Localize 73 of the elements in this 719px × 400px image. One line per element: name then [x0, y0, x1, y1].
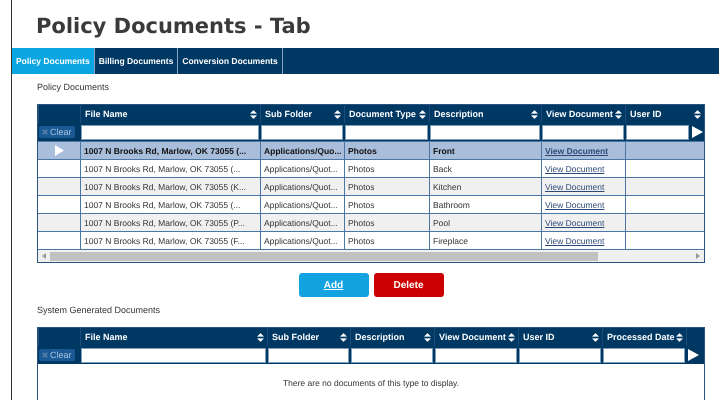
sort-icon: [424, 332, 431, 342]
table-cell: Bathroom: [433, 200, 470, 210]
clear-button[interactable]: Clear: [39, 349, 75, 361]
table-cell: Applications/Quo...: [264, 146, 342, 156]
table-cell: 1007 N Brooks Rd, Marlow, OK 73055 (P...: [84, 218, 245, 228]
table-cell: Pool: [433, 218, 450, 228]
table-cell: 1007 N Brooks Rd, Marlow, OK 73055 (F...: [84, 236, 245, 246]
table-row[interactable]: 1007 N Brooks Rd, Marlow, OK 73055 (P... Applications/Quot... Photos Pool View Document: [38, 213, 704, 231]
sort-icon: [531, 110, 538, 118]
table-cell: Applications/Quot...: [264, 236, 338, 246]
sort-icon: [592, 332, 599, 342]
table-row[interactable]: 1007 N Brooks Rd, Marlow, OK 73055 (K... Applications/Quot... Photos Kitchen View Document: [38, 177, 704, 195]
table-cell: Applications/Quot...: [264, 182, 338, 192]
table-row[interactable]: 1007 N Brooks Rd, Marlow, OK 73055 (... Applications/Quot... Photos Bathroom View Document: [38, 195, 704, 213]
table-cell: Kitchen: [433, 182, 462, 192]
table-cell: Applications/Quot...: [264, 200, 338, 210]
sort-icon: [508, 332, 515, 342]
table-cell: 1007 N Brooks Rd, Marlow, OK 73055 (...: [84, 164, 240, 174]
play-icon[interactable]: [691, 126, 703, 138]
table-cell: Front: [433, 146, 455, 156]
sort-icon: [257, 332, 264, 342]
play-icon[interactable]: [687, 349, 699, 361]
sort-icon: [419, 110, 426, 118]
table-cell: Photos: [348, 182, 374, 192]
filter-field[interactable]: [351, 348, 433, 362]
table-cell: Photos: [348, 218, 374, 228]
filter-field[interactable]: [603, 348, 685, 362]
view-document-link[interactable]: View Document: [545, 236, 604, 246]
view-document-link[interactable]: View Document: [545, 164, 604, 174]
table-row[interactable]: 1007 N Brooks Rd, Marlow, OK 73055 (F... Applications/Quot... Photos Fireplace View Document: [38, 231, 704, 249]
sort-icon: [340, 332, 347, 342]
sort-icon: [615, 110, 622, 118]
filter-field[interactable]: [81, 124, 259, 140]
sort-icon: [694, 110, 701, 118]
view-document-link[interactable]: View Document: [545, 200, 604, 210]
table-row[interactable]: 1007 N Brooks Rd, Marlow, OK 73055 (... Applications/Quot... Photos Back View Document: [38, 159, 704, 177]
filter-field[interactable]: [626, 124, 689, 140]
table-cell: 1007 N Brooks Rd, Marlow, OK 73055 (K...: [84, 182, 246, 192]
table-cell: Photos: [348, 236, 374, 246]
section-heading: System Generated Documents: [37, 305, 162, 317]
close-icon: [42, 352, 48, 358]
filter-field[interactable]: [345, 124, 428, 140]
table-row[interactable]: 1007 N Brooks Rd, Marlow, OK 73055 (... Applications/Quo... Photos Front View Document: [38, 141, 704, 159]
table-cell: Photos: [348, 164, 374, 174]
table-cell: 1007 N Brooks Rd, Marlow, OK 73055 (...: [84, 146, 246, 156]
sort-icon: [250, 110, 257, 118]
delete-button[interactable]: Delete: [374, 273, 444, 297]
empty-message: There are no documents of this type to display.: [282, 378, 460, 388]
section-heading: Policy Documents: [37, 82, 110, 94]
tab[interactable]: Conversion Documents: [178, 48, 283, 74]
filter-field[interactable]: [430, 124, 540, 140]
filter-field[interactable]: [81, 348, 266, 362]
view-document-link[interactable]: View Document: [545, 218, 604, 228]
view-document-link[interactable]: View Document: [545, 182, 604, 192]
table-cell: Photos: [348, 146, 377, 156]
filter-field[interactable]: [519, 348, 601, 362]
table-cell: Fireplace: [433, 236, 468, 246]
sort-icon: [676, 332, 683, 342]
table-cell: 1007 N Brooks Rd, Marlow, OK 73055 (...: [84, 200, 240, 210]
filter-field[interactable]: [435, 348, 517, 362]
close-icon: [42, 129, 48, 135]
table-cell: Photos: [348, 200, 374, 210]
view-document-link[interactable]: View Document: [545, 146, 608, 156]
tab[interactable]: Billing Documents: [94, 48, 178, 74]
table-cell: Applications/Quot...: [264, 218, 338, 228]
clear-button[interactable]: Clear: [39, 126, 75, 138]
sort-icon: [334, 110, 341, 118]
filter-field[interactable]: [268, 348, 349, 362]
table-cell: Applications/Quot...: [264, 164, 338, 174]
filter-field[interactable]: [542, 124, 624, 140]
table-cell: Back: [433, 164, 452, 174]
filter-field[interactable]: [261, 124, 343, 140]
play-icon: [54, 145, 64, 156]
